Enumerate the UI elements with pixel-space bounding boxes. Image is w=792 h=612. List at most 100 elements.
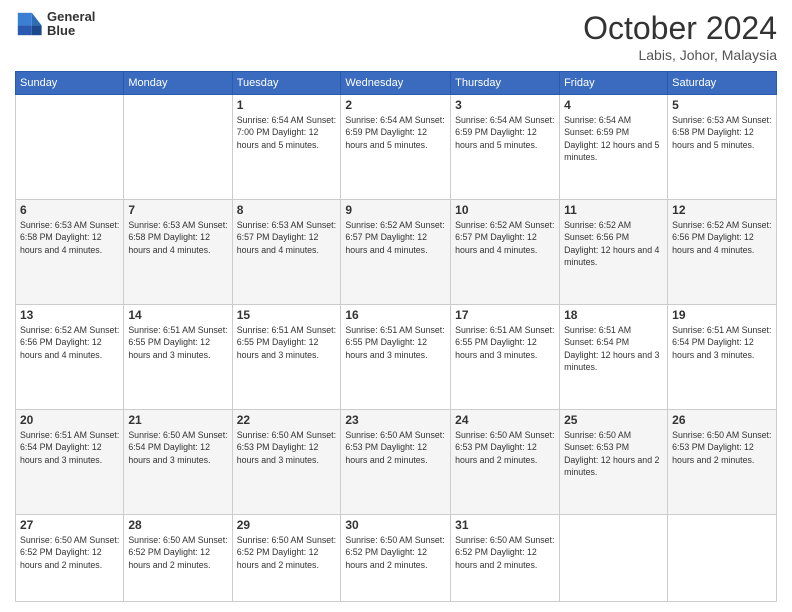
calendar-cell: 13 Sunrise: 6:52 AM Sunset: 6:56 PM Dayli… bbox=[16, 304, 124, 409]
day-info: Sunrise: 6:52 AM Sunset: 6:56 PM Dayligh… bbox=[20, 324, 119, 361]
calendar-cell: 8 Sunrise: 6:53 AM Sunset: 6:57 PM Daylig… bbox=[232, 199, 341, 304]
calendar-cell: 2 Sunrise: 6:54 AM Sunset: 6:59 PM Daylig… bbox=[341, 95, 451, 200]
weekday-header-monday: Monday bbox=[124, 72, 232, 95]
day-info: Sunrise: 6:53 AM Sunset: 6:58 PM Dayligh… bbox=[672, 114, 772, 151]
day-number: 23 bbox=[345, 413, 446, 427]
day-info: Sunrise: 6:52 AM Sunset: 6:56 PM Dayligh… bbox=[672, 219, 772, 256]
day-number: 30 bbox=[345, 518, 446, 532]
day-number: 26 bbox=[672, 413, 772, 427]
calendar-cell: 20 Sunrise: 6:51 AM Sunset: 6:54 PM Dayli… bbox=[16, 409, 124, 514]
calendar-cell bbox=[668, 514, 777, 601]
day-number: 15 bbox=[237, 308, 337, 322]
calendar-cell: 5Sunrise: 6:53 AM Sunset: 6:58 PM Daylig… bbox=[668, 95, 777, 200]
day-number: 31 bbox=[455, 518, 555, 532]
calendar-cell: 4 Sunrise: 6:54 AM Sunset: 6:59 PM Daylig… bbox=[560, 95, 668, 200]
day-info: Sunrise: 6:53 AM Sunset: 6:58 PM Dayligh… bbox=[128, 219, 227, 256]
weekday-header-friday: Friday bbox=[560, 72, 668, 95]
calendar-cell bbox=[560, 514, 668, 601]
day-number: 1 bbox=[237, 98, 337, 112]
day-info: Sunrise: 6:54 AM Sunset: 6:59 PM Dayligh… bbox=[564, 114, 663, 163]
day-info: Sunrise: 6:52 AM Sunset: 6:57 PM Dayligh… bbox=[345, 219, 446, 256]
day-info: Sunrise: 6:50 AM Sunset: 6:54 PM Dayligh… bbox=[128, 429, 227, 466]
day-info: Sunrise: 6:54 AM Sunset: 7:00 PM Dayligh… bbox=[237, 114, 337, 151]
day-info: Sunrise: 6:53 AM Sunset: 6:57 PM Dayligh… bbox=[237, 219, 337, 256]
logo-text: General Blue bbox=[47, 10, 95, 39]
day-number: 27 bbox=[20, 518, 119, 532]
day-info: Sunrise: 6:51 AM Sunset: 6:55 PM Dayligh… bbox=[237, 324, 337, 361]
day-number: 2 bbox=[345, 98, 446, 112]
calendar-cell: 24 Sunrise: 6:50 AM Sunset: 6:53 PM Dayli… bbox=[451, 409, 560, 514]
day-number: 7 bbox=[128, 203, 227, 217]
calendar-cell: 23 Sunrise: 6:50 AM Sunset: 6:53 PM Dayli… bbox=[341, 409, 451, 514]
day-number: 12 bbox=[672, 203, 772, 217]
day-number: 20 bbox=[20, 413, 119, 427]
calendar-cell bbox=[16, 95, 124, 200]
weekday-header-sunday: Sunday bbox=[16, 72, 124, 95]
day-info: Sunrise: 6:51 AM Sunset: 6:55 PM Dayligh… bbox=[345, 324, 446, 361]
weekday-header-tuesday: Tuesday bbox=[232, 72, 341, 95]
calendar-cell: 25Sunrise: 6:50 AM Sunset: 6:53 PM Dayli… bbox=[560, 409, 668, 514]
calendar-cell: 10Sunrise: 6:52 AM Sunset: 6:57 PM Dayli… bbox=[451, 199, 560, 304]
weekday-header-saturday: Saturday bbox=[668, 72, 777, 95]
day-number: 29 bbox=[237, 518, 337, 532]
calendar-cell: 1 Sunrise: 6:54 AM Sunset: 7:00 PM Daylig… bbox=[232, 95, 341, 200]
logo-line1: General bbox=[47, 10, 95, 24]
day-number: 16 bbox=[345, 308, 446, 322]
day-info: Sunrise: 6:51 AM Sunset: 6:54 PM Dayligh… bbox=[672, 324, 772, 361]
day-info: Sunrise: 6:50 AM Sunset: 6:53 PM Dayligh… bbox=[455, 429, 555, 466]
calendar-cell: 15 Sunrise: 6:51 AM Sunset: 6:55 PM Dayli… bbox=[232, 304, 341, 409]
calendar-body: 1 Sunrise: 6:54 AM Sunset: 7:00 PM Daylig… bbox=[16, 95, 777, 602]
page: General Blue October 2024 Labis, Johor, … bbox=[0, 0, 792, 612]
calendar-cell: 18 Sunrise: 6:51 AM Sunset: 6:54 PM Dayli… bbox=[560, 304, 668, 409]
day-info: Sunrise: 6:51 AM Sunset: 6:55 PM Dayligh… bbox=[128, 324, 227, 361]
month-title: October 2024 bbox=[583, 10, 777, 47]
day-info: Sunrise: 6:51 AM Sunset: 6:54 PM Dayligh… bbox=[564, 324, 663, 373]
day-number: 25 bbox=[564, 413, 663, 427]
weekday-header-thursday: Thursday bbox=[451, 72, 560, 95]
day-info: Sunrise: 6:54 AM Sunset: 6:59 PM Dayligh… bbox=[455, 114, 555, 151]
calendar-cell: 26Sunrise: 6:50 AM Sunset: 6:53 PM Dayli… bbox=[668, 409, 777, 514]
day-number: 8 bbox=[237, 203, 337, 217]
day-info: Sunrise: 6:53 AM Sunset: 6:58 PM Dayligh… bbox=[20, 219, 119, 256]
calendar-cell: 9Sunrise: 6:52 AM Sunset: 6:57 PM Daylig… bbox=[341, 199, 451, 304]
day-number: 18 bbox=[564, 308, 663, 322]
title-block: October 2024 Labis, Johor, Malaysia bbox=[583, 10, 777, 63]
calendar-table: SundayMondayTuesdayWednesdayThursdayFrid… bbox=[15, 71, 777, 602]
day-info: Sunrise: 6:50 AM Sunset: 6:53 PM Dayligh… bbox=[345, 429, 446, 466]
day-number: 13 bbox=[20, 308, 119, 322]
day-info: Sunrise: 6:54 AM Sunset: 6:59 PM Dayligh… bbox=[345, 114, 446, 151]
calendar-cell: 29Sunrise: 6:50 AM Sunset: 6:52 PM Dayli… bbox=[232, 514, 341, 601]
calendar-cell: 21 Sunrise: 6:50 AM Sunset: 6:54 PM Dayli… bbox=[124, 409, 232, 514]
day-number: 24 bbox=[455, 413, 555, 427]
calendar-cell: 17 Sunrise: 6:51 AM Sunset: 6:55 PM Dayli… bbox=[451, 304, 560, 409]
calendar-cell: 11 Sunrise: 6:52 AM Sunset: 6:56 PM Dayli… bbox=[560, 199, 668, 304]
calendar-cell: 14 Sunrise: 6:51 AM Sunset: 6:55 PM Dayli… bbox=[124, 304, 232, 409]
calendar-cell: 19 Sunrise: 6:51 AM Sunset: 6:54 PM Dayli… bbox=[668, 304, 777, 409]
weekday-header-wednesday: Wednesday bbox=[341, 72, 451, 95]
day-number: 4 bbox=[564, 98, 663, 112]
day-number: 19 bbox=[672, 308, 772, 322]
day-number: 11 bbox=[564, 203, 663, 217]
calendar-week-3: 13 Sunrise: 6:52 AM Sunset: 6:56 PM Dayli… bbox=[16, 304, 777, 409]
day-number: 17 bbox=[455, 308, 555, 322]
day-info: Sunrise: 6:50 AM Sunset: 6:52 PM Dayligh… bbox=[20, 534, 119, 571]
logo-line2: Blue bbox=[47, 24, 95, 38]
day-number: 22 bbox=[237, 413, 337, 427]
day-info: Sunrise: 6:50 AM Sunset: 6:53 PM Dayligh… bbox=[237, 429, 337, 466]
calendar-cell bbox=[124, 95, 232, 200]
calendar-week-5: 27 Sunrise: 6:50 AM Sunset: 6:52 PM Dayli… bbox=[16, 514, 777, 601]
day-info: Sunrise: 6:50 AM Sunset: 6:52 PM Dayligh… bbox=[345, 534, 446, 571]
day-info: Sunrise: 6:51 AM Sunset: 6:55 PM Dayligh… bbox=[455, 324, 555, 361]
calendar-cell: 12 Sunrise: 6:52 AM Sunset: 6:56 PM Dayli… bbox=[668, 199, 777, 304]
logo: General Blue bbox=[15, 10, 95, 39]
calendar-cell: 30 Sunrise: 6:50 AM Sunset: 6:52 PM Dayli… bbox=[341, 514, 451, 601]
calendar-cell: 22 Sunrise: 6:50 AM Sunset: 6:53 PM Dayli… bbox=[232, 409, 341, 514]
day-number: 21 bbox=[128, 413, 227, 427]
calendar-cell: 28Sunrise: 6:50 AM Sunset: 6:52 PM Dayli… bbox=[124, 514, 232, 601]
weekday-header-row: SundayMondayTuesdayWednesdayThursdayFrid… bbox=[16, 72, 777, 95]
location: Labis, Johor, Malaysia bbox=[583, 47, 777, 63]
day-info: Sunrise: 6:51 AM Sunset: 6:54 PM Dayligh… bbox=[20, 429, 119, 466]
day-number: 14 bbox=[128, 308, 227, 322]
day-number: 10 bbox=[455, 203, 555, 217]
day-info: Sunrise: 6:52 AM Sunset: 6:56 PM Dayligh… bbox=[564, 219, 663, 268]
